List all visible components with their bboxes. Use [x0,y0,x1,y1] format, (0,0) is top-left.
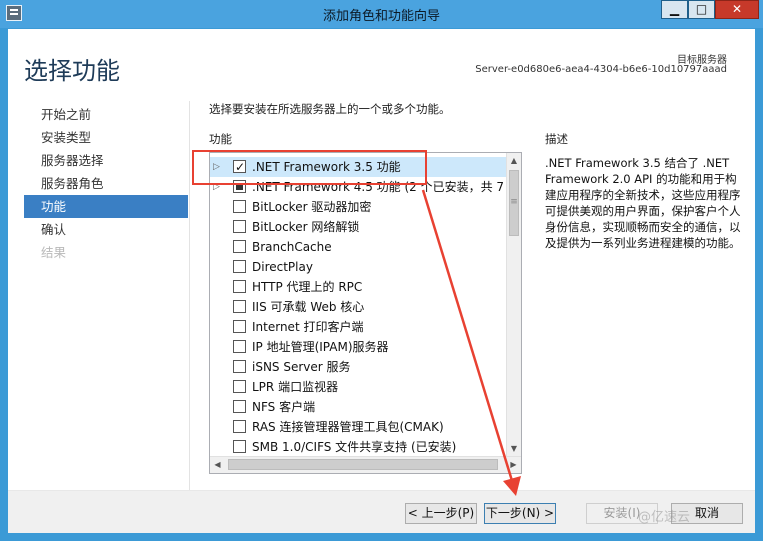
step-before-you-begin[interactable]: 开始之前 [24,103,188,126]
next-button[interactable]: 下一步(N) > [484,503,556,524]
feature-label: iSNS Server 服务 [252,360,351,374]
steps-divider [189,101,190,501]
scroll-right-icon[interactable]: ▶ [506,457,521,472]
horizontal-scrollbar[interactable]: ◀ ▶ [210,456,521,473]
feature-row[interactable]: BranchCache [210,237,510,257]
scroll-down-icon[interactable]: ▼ [507,441,521,456]
feature-row[interactable]: IIS 可承载 Web 核心 [210,297,510,317]
step-server-selection[interactable]: 服务器选择 [24,149,188,172]
feature-checkbox[interactable] [233,260,246,273]
feature-label: LPR 端口监视器 [252,380,339,394]
wizard-steps: 开始之前 安装类型 服务器选择 服务器角色 功能 确认 结果 [24,103,188,264]
feature-row[interactable]: IP 地址管理(IPAM)服务器 [210,337,510,357]
step-server-roles[interactable]: 服务器角色 [24,172,188,195]
feature-checkbox[interactable] [233,240,246,253]
feature-row[interactable]: iSNS Server 服务 [210,357,510,377]
step-features[interactable]: 功能 [24,195,188,218]
feature-row[interactable]: HTTP 代理上的 RPC [210,277,510,297]
feature-checkbox[interactable] [233,420,246,433]
feature-row[interactable]: BitLocker 驱动器加密 [210,197,510,217]
feature-label: NFS 客户端 [252,400,316,414]
feature-label: DirectPlay [252,260,313,274]
feature-checkbox[interactable] [233,400,246,413]
destination-server-name: Server-e0d680e6-aea4-4304-b6e6-10d10797a… [475,64,727,75]
feature-checkbox[interactable] [233,200,246,213]
feature-checkbox[interactable] [233,360,246,373]
feature-label: RAS 连接管理器管理工具包(CMAK) [252,420,444,434]
feature-label: Internet 打印客户端 [252,320,364,334]
feature-row[interactable]: Internet 打印客户端 [210,317,510,337]
vertical-scroll-thumb[interactable] [509,170,519,236]
step-confirmation[interactable]: 确认 [24,218,188,241]
features-heading: 功能 [209,132,232,146]
previous-button[interactable]: < 上一步(P) [405,503,477,524]
maximize-button[interactable]: □ [688,0,715,19]
feature-row[interactable]: DirectPlay [210,257,510,277]
scroll-left-icon[interactable]: ◀ [210,457,225,472]
feature-row[interactable]: RAS 连接管理器管理工具包(CMAK) [210,417,510,437]
description-text: .NET Framework 3.5 结合了 .NET Framework 2.… [545,156,741,250]
feature-checkbox[interactable] [233,300,246,313]
feature-label: IP 地址管理(IPAM)服务器 [252,340,389,354]
feature-checkbox[interactable] [233,280,246,293]
feature-checkbox[interactable] [233,320,246,333]
feature-label: IIS 可承载 Web 核心 [252,300,365,314]
feature-row[interactable]: BitLocker 网络解锁 [210,217,510,237]
feature-label: BitLocker 网络解锁 [252,220,360,234]
feature-checkbox[interactable] [233,340,246,353]
highlight-rectangle [192,150,427,185]
vertical-scrollbar[interactable]: ▲ ▼ [506,153,521,456]
feature-label: HTTP 代理上的 RPC [252,280,363,294]
page-title: 选择功能 [24,57,120,85]
feature-label: BranchCache [252,240,332,254]
close-button[interactable]: ✕ [715,0,759,19]
watermark-text: @亿速云 [638,510,691,525]
description-heading: 描述 [545,132,568,146]
features-tree[interactable]: SMB 1.0/CIFS 文件共享支持 (已安装) RAS 连接管理器管理工具包(… [209,152,522,474]
feature-label: BitLocker 驱动器加密 [252,200,372,214]
scroll-up-icon[interactable]: ▲ [507,153,521,168]
minimize-button[interactable]: ▁ [661,0,688,19]
title-bar[interactable]: 添加角色和功能向导 ▁ □ ✕ [0,0,763,28]
feature-checkbox[interactable] [233,380,246,393]
instruction-text: 选择要安装在所选服务器上的一个或多个功能。 [209,102,451,116]
feature-label: SMB 1.0/CIFS 文件共享支持 (已安装) [252,440,457,454]
wizard-content: 选择功能 目标服务器 Server-e0d680e6-aea4-4304-b6e… [8,29,755,533]
feature-row[interactable]: NFS 客户端 [210,397,510,417]
feature-checkbox[interactable] [233,440,246,453]
window-title: 添加角色和功能向导 [322,9,440,24]
step-installation-type[interactable]: 安装类型 [24,126,188,149]
step-results: 结果 [41,245,67,260]
wizard-window: 添加角色和功能向导 ▁ □ ✕ 选择功能 目标服务器 Server-e0d680… [0,0,763,541]
feature-checkbox[interactable] [233,220,246,233]
horizontal-scroll-thumb[interactable] [228,459,498,470]
feature-row[interactable]: SMB 1.0/CIFS 文件共享支持 (已安装) [210,437,510,457]
feature-row[interactable]: LPR 端口监视器 [210,377,510,397]
